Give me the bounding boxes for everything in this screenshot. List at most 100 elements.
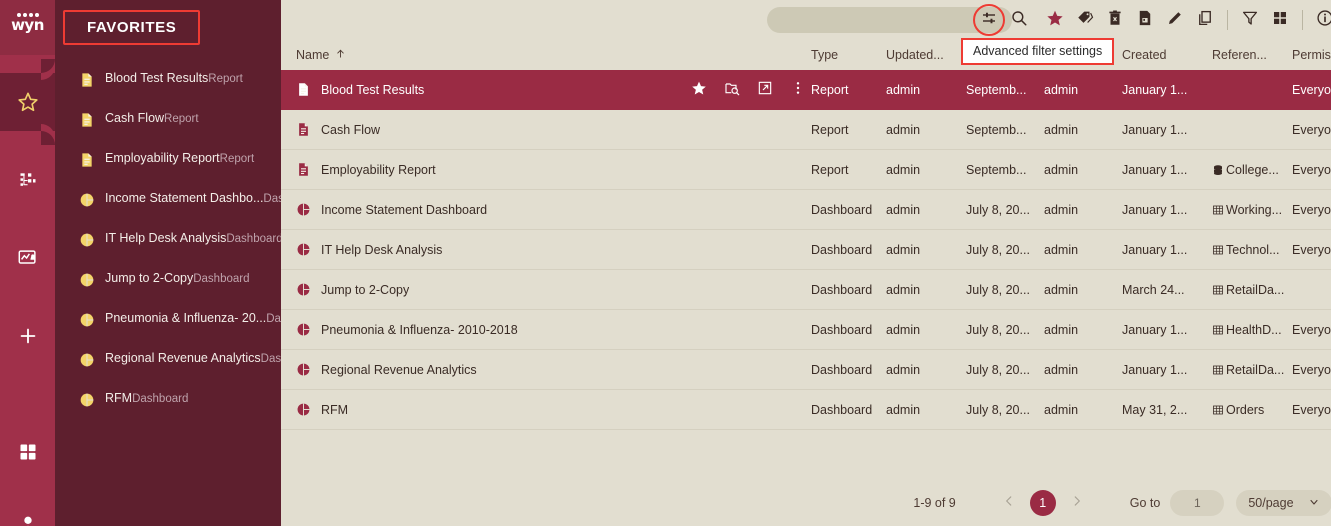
table-row[interactable]: Pneumonia & Influenza- 2010-2018 Dashboar… <box>281 310 1331 350</box>
row-reference-label: Orders <box>1226 402 1265 417</box>
row-action-favorite[interactable] <box>691 80 707 99</box>
report-icon <box>79 72 95 93</box>
row-created-by: admin <box>1044 82 1079 97</box>
table-body: Blood Test Results Report admin Septemb... a… <box>281 70 1331 430</box>
row-updated: July 8, 20... <box>966 322 1030 337</box>
row-name-cell: Jump to 2-Copy <box>281 282 691 297</box>
toolbar-button-search[interactable] <box>1004 5 1034 35</box>
row-name-cell: RFM <box>281 402 691 417</box>
favorites-list-item[interactable]: Employability ReportReport <box>55 143 281 183</box>
favorites-list-item[interactable]: Pneumonia & Influenza- 20...Dashboard <box>55 303 281 343</box>
rail-item-create[interactable] <box>0 307 55 365</box>
plus-icon <box>17 325 39 347</box>
toolbar-button-save[interactable] <box>1130 5 1160 35</box>
row-updated: July 8, 20... <box>966 242 1030 257</box>
row-created: January 1... <box>1122 122 1188 137</box>
row-created-by: admin <box>1044 242 1079 257</box>
favorites-list-item[interactable]: Blood Test ResultsReport <box>55 63 281 103</box>
dashboard-icon <box>296 202 311 217</box>
table-row[interactable]: Blood Test Results Report admin Septemb... a… <box>281 70 1331 110</box>
favorites-list-item[interactable]: RFMDashboard <box>55 383 281 423</box>
row-action-open-new-tab[interactable] <box>757 80 773 99</box>
row-action-more[interactable] <box>790 80 806 99</box>
toolbar-button-advanced-filter-settings[interactable] <box>974 5 1004 35</box>
dashboard-icon <box>79 272 95 293</box>
favorites-item-name: Income Statement Dashbo... <box>105 191 264 205</box>
row-updated-by: admin <box>886 82 921 97</box>
row-name-cell: Blood Test Results <box>281 82 691 97</box>
rail-item-profile[interactable] <box>0 495 55 526</box>
table-row[interactable]: IT Help Desk Analysis Dashboard admin July … <box>281 230 1331 270</box>
column-header-name[interactable]: Name <box>281 48 811 62</box>
table-row[interactable]: Regional Revenue Analytics Dashboard admin… <box>281 350 1331 390</box>
column-header-permissions[interactable]: Permissi... <box>1292 48 1331 62</box>
pagination-goto-input[interactable] <box>1170 490 1225 516</box>
row-updated-by: admin <box>886 122 921 137</box>
favorites-item-name: Blood Test Results <box>105 71 209 85</box>
row-reference-label: Working... <box>1226 202 1283 217</box>
row-reference: College... <box>1212 163 1292 177</box>
pagination-page-size-select[interactable]: 50/page <box>1236 490 1331 516</box>
trash-icon <box>1106 9 1124 32</box>
table-row[interactable]: Jump to 2-Copy Dashboard admin July 8, 20..… <box>281 270 1331 310</box>
row-updated: July 8, 20... <box>966 202 1030 217</box>
favorites-list-item[interactable]: Cash FlowReport <box>55 103 281 143</box>
rail-item-apps[interactable] <box>0 423 55 481</box>
column-header-created[interactable]: Created <box>1122 48 1212 62</box>
sliders-icon <box>980 9 998 32</box>
row-type: Dashboard <box>811 242 873 257</box>
row-created: January 1... <box>1122 82 1188 97</box>
row-reference-label: HealthD... <box>1226 322 1282 337</box>
toolbar-button-favorite[interactable] <box>1040 5 1070 35</box>
toolbar <box>281 0 1331 40</box>
pagination-page-1[interactable]: 1 <box>1029 490 1056 516</box>
rail-item-monitoring[interactable] <box>0 229 55 287</box>
favorites-list-item[interactable]: Income Statement Dashbo...Dashboard <box>55 183 281 223</box>
table-row[interactable]: Cash Flow Report admin Septemb... admin Janua… <box>281 110 1331 150</box>
table-row[interactable]: RFM Dashboard admin July 8, 20... admin May 3… <box>281 390 1331 430</box>
row-created: March 24... <box>1122 282 1185 297</box>
favorites-item-name: Employability Report <box>105 151 220 165</box>
toolbar-button-copy[interactable] <box>1190 5 1220 35</box>
dashboard-icon <box>296 242 311 257</box>
table-icon <box>1212 284 1224 296</box>
main-content: Advanced filter settings Name Type Updat… <box>281 0 1331 526</box>
favorites-list-item[interactable]: Jump to 2-CopyDashboard <box>55 263 281 303</box>
favorites-list-item[interactable]: Regional Revenue AnalyticsDashboard <box>55 343 281 383</box>
row-type: Dashboard <box>811 362 873 377</box>
table-header: Name Type Updated... Updated Created ...… <box>281 40 1331 70</box>
pagination-next-button[interactable] <box>1064 490 1090 516</box>
rail-item-documents[interactable] <box>0 151 55 209</box>
pagination-goto-label: Go to <box>1129 496 1161 510</box>
row-action-preview[interactable] <box>724 80 740 99</box>
row-permission: Everyon... <box>1292 322 1331 337</box>
toolbar-button-tag[interactable] <box>1070 5 1100 35</box>
table-row[interactable]: Income Statement Dashboard Dashboard admin… <box>281 190 1331 230</box>
pagination-prev-button[interactable] <box>996 490 1022 516</box>
column-header-updated-by[interactable]: Updated... <box>886 48 966 62</box>
column-header-type[interactable]: Type <box>811 48 886 62</box>
row-created-by: admin <box>1044 402 1079 417</box>
favorites-list-item[interactable]: IT Help Desk AnalysisDashboard <box>55 223 281 263</box>
row-type: Report <box>811 82 849 97</box>
row-type: Report <box>811 122 849 137</box>
row-updated-by: admin <box>886 242 921 257</box>
column-header-references[interactable]: Referen... <box>1212 48 1292 62</box>
vertical-scrollbar[interactable] <box>1327 0 1331 526</box>
app-logo[interactable]: wyn <box>0 0 55 55</box>
external-link-icon <box>757 80 773 99</box>
toolbar-button-filter[interactable] <box>1235 5 1265 35</box>
toolbar-button-edit[interactable] <box>1160 5 1190 35</box>
rail-item-favorites[interactable] <box>0 59 55 145</box>
table-row[interactable]: Employability Report Report admin Septemb..… <box>281 150 1331 190</box>
toolbar-button-view-mode[interactable] <box>1265 5 1295 35</box>
toolbar-button-delete[interactable] <box>1100 5 1130 35</box>
row-updated: Septemb... <box>966 82 1027 97</box>
row-reference: Orders <box>1212 403 1292 417</box>
star-icon <box>1046 9 1064 32</box>
user-avatar-icon <box>17 513 39 526</box>
row-updated: Septemb... <box>966 122 1027 137</box>
column-header-name-label: Name <box>296 48 330 62</box>
row-permission: Everyon... <box>1292 362 1331 377</box>
row-name-label: RFM <box>321 402 349 417</box>
